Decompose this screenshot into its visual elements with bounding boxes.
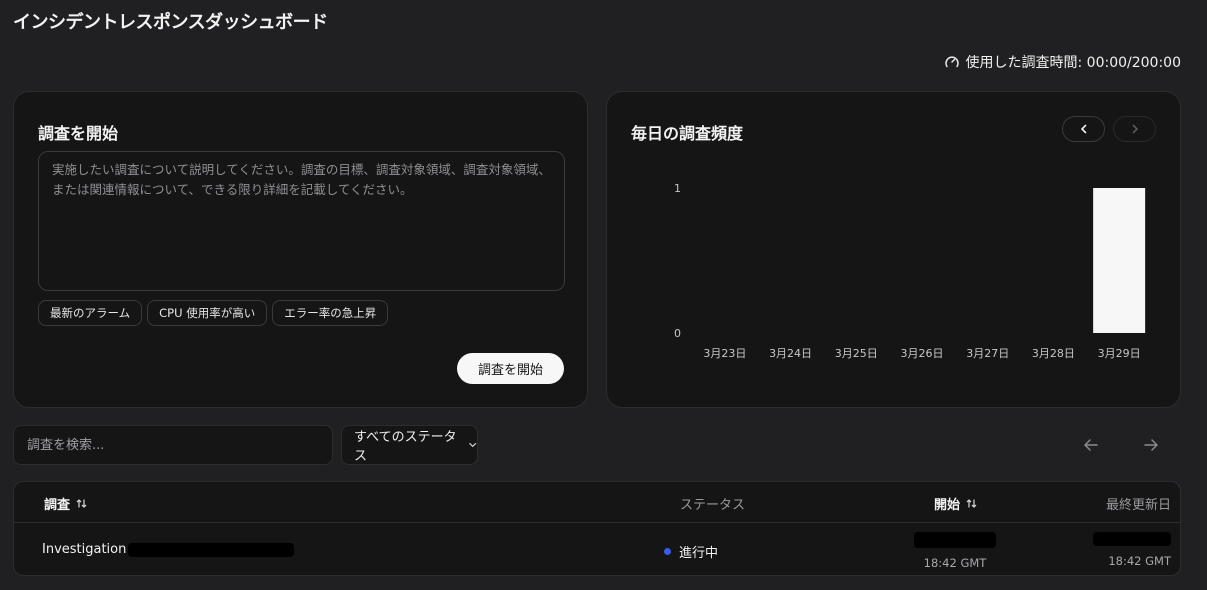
column-header-start[interactable]: 開始 — [934, 494, 977, 513]
table-next-page-button[interactable] — [1141, 435, 1161, 455]
status-filter-label: すべてのステータス — [354, 430, 457, 464]
x-tick-label: 3月24日 — [769, 347, 812, 360]
arrow-left-icon — [1084, 439, 1098, 451]
chevron-right-icon — [1132, 124, 1138, 134]
search-input[interactable] — [13, 425, 333, 465]
start-time: 18:42 GMT — [923, 556, 987, 570]
x-tick-label: 3月25日 — [835, 347, 878, 360]
table-header: 調査 ステータス 開始 最終更新日 — [14, 482, 1180, 523]
chart-card-title: 毎日の調査頻度 — [631, 124, 744, 143]
redacted-start-date — [914, 532, 996, 548]
x-tick-label: 3月26日 — [901, 347, 944, 360]
updated-cell: 18:42 GMT — [1091, 532, 1171, 568]
table-prev-page-button[interactable] — [1081, 435, 1101, 455]
x-tick-label: 3月23日 — [703, 347, 746, 360]
column-header-status: ステータス — [680, 498, 746, 513]
x-tick-label: 3月27日 — [966, 347, 1009, 360]
dashboard-page: インシデントレスポンスダッシュボード 使用した調査時間: 00:00/200:0… — [0, 0, 1207, 590]
status-cell: 進行中 — [664, 542, 718, 561]
column-header-updated: 最終更新日 — [1105, 498, 1171, 513]
start-investigation-button[interactable]: 調査を開始 — [457, 353, 564, 384]
usage-label: 使用した調査時間: 00:00/200:00 — [965, 55, 1181, 71]
start-card-title: 調査を開始 — [38, 124, 119, 143]
status-label: 進行中 — [679, 546, 719, 561]
chip-error-spike[interactable]: エラー率の急上昇 — [272, 300, 389, 326]
chevron-left-icon — [1080, 124, 1086, 134]
redacted-updated-date — [1093, 532, 1171, 546]
chart-prev-button[interactable] — [1062, 116, 1105, 142]
chip-latest-alarms[interactable]: 最新のアラーム — [38, 300, 143, 326]
column-header-name[interactable]: 調査 — [44, 494, 87, 513]
sort-icon — [966, 499, 977, 508]
investigation-name-cell[interactable]: Investigation — [42, 542, 295, 557]
chart-bar — [1093, 188, 1146, 333]
sort-icon — [76, 499, 87, 508]
arrow-right-icon — [1144, 439, 1158, 451]
x-tick-label: 3月28日 — [1032, 347, 1075, 360]
suggestion-chips: 最新のアラーム CPU 使用率が高い エラー率の急上昇 — [38, 300, 389, 326]
chevron-down-icon — [468, 442, 476, 448]
chart-next-button[interactable] — [1113, 116, 1156, 142]
page-title: インシデントレスポンスダッシュボード — [13, 12, 328, 33]
table-row[interactable]: Investigation 進行中 18:42 GMT 18:42 GMT — [14, 524, 1180, 575]
investigation-description-input[interactable] — [38, 151, 565, 291]
y-tick-label: 1 — [674, 182, 681, 195]
investigations-table: 調査 ステータス 開始 最終更新日 Investigation 進行中 18:4… — [13, 481, 1181, 576]
chart-pager — [1062, 116, 1156, 142]
y-tick-label: 0 — [674, 327, 681, 340]
investigation-name: Investigation — [42, 542, 127, 557]
daily-frequency-card: 0 1 3月23日 3月24日 3月25日 3月26日 3月27日 3月28日 3月29日 毎日… — [606, 91, 1181, 408]
chip-high-cpu[interactable]: CPU 使用率が高い — [147, 300, 268, 326]
gauge-icon — [944, 56, 959, 68]
status-filter-select[interactable]: すべてのステータス — [341, 425, 478, 465]
x-tick-label: 3月29日 — [1098, 347, 1141, 360]
start-cell: 18:42 GMT — [914, 532, 996, 570]
start-investigation-card: 調査を開始 最新のアラーム CPU 使用率が高い エラー率の急上昇 調査を開始 — [13, 91, 588, 408]
updated-time: 18:42 GMT — [1108, 554, 1171, 568]
column-name-label: 調査 — [44, 498, 71, 513]
usage-indicator: 使用した調査時間: 00:00/200:00 — [944, 52, 1181, 72]
column-start-label: 開始 — [934, 498, 961, 513]
redacted-id — [128, 542, 295, 557]
status-dot — [664, 548, 671, 555]
